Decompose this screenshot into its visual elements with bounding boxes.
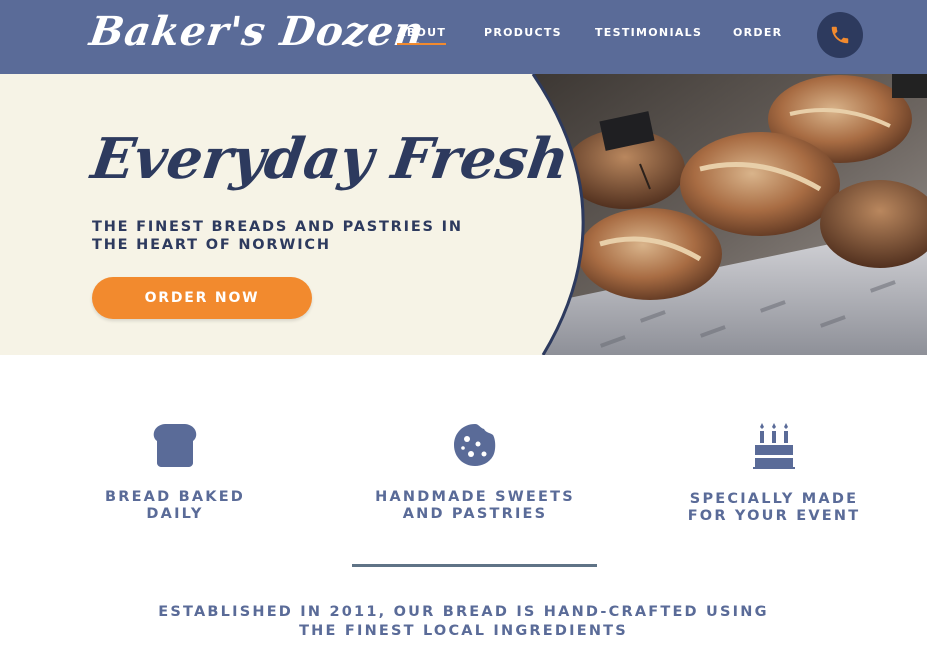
feature-sweets: HANDMADE SWEETS AND PASTRIES (355, 423, 595, 523)
feature-label-sweets: HANDMADE SWEETS AND PASTRIES (375, 489, 575, 522)
nav-item-order[interactable]: ORDER (733, 26, 782, 39)
hero-title: Everyday Fresh (87, 126, 574, 192)
nav-item-about[interactable]: ABOUT (397, 26, 447, 45)
bread-icon (153, 424, 197, 467)
nav-item-products[interactable]: PRODUCTS (484, 26, 562, 39)
brand-logo[interactable]: Baker's Dozen (87, 8, 428, 55)
section-divider (352, 564, 597, 567)
hero-subtitle: THE FINEST BREADS AND PASTRIES IN THE HE… (92, 219, 463, 253)
cookie-icon (454, 424, 496, 466)
established-statement: ESTABLISHED IN 2011, OUR BREAD IS HAND-C… (158, 604, 769, 639)
feature-label-bread: BREAD BAKED DAILY (104, 489, 246, 522)
phone-icon (831, 26, 849, 44)
nav-item-testimonials[interactable]: TESTIMONIALS (595, 26, 702, 39)
hero-section: Everyday Fresh THE FINEST BREADS AND PAS… (0, 74, 927, 355)
feature-label-event: SPECIALLY MADE FOR YOUR EVENT (687, 491, 861, 524)
order-now-button[interactable]: ORDER NOW (92, 277, 312, 319)
feature-event: SPECIALLY MADE FOR YOUR EVENT (654, 423, 894, 525)
cake-icon (753, 423, 795, 469)
feature-bread: BREAD BAKED DAILY (55, 423, 295, 523)
phone-button[interactable] (817, 12, 863, 58)
top-navbar: Baker's Dozen ABOUT PRODUCTS TESTIMONIAL… (0, 0, 927, 74)
